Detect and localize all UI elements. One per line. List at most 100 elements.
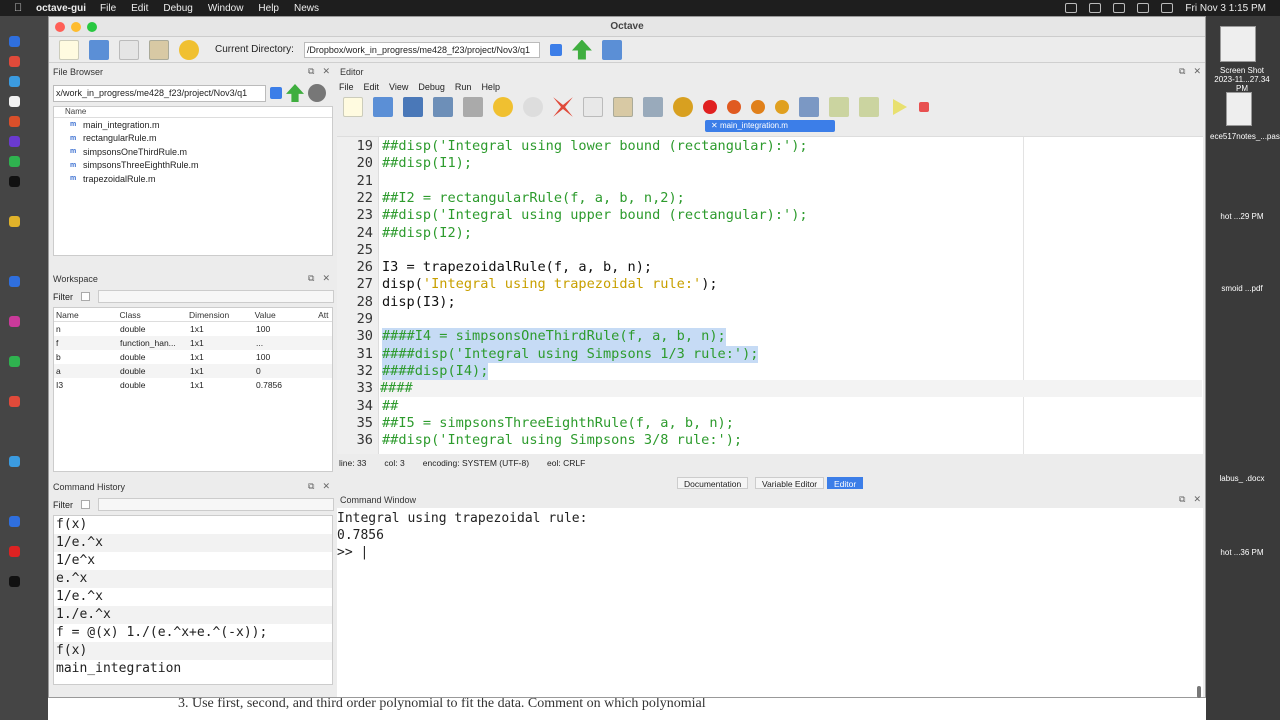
undock-icon[interactable]: ⧉ xyxy=(1179,66,1185,77)
editor-menu-run[interactable]: Run xyxy=(455,82,472,92)
apple-icon[interactable]:  xyxy=(14,2,28,14)
battery-icon[interactable] xyxy=(1137,3,1150,13)
menu-news[interactable]: News xyxy=(294,3,319,14)
undock-icon[interactable]: ⧉ xyxy=(308,481,314,492)
command-window-console[interactable]: Integral using trapezoidal rule: 0.7856 … xyxy=(337,508,1203,698)
parent-directory-icon[interactable] xyxy=(571,39,592,60)
desktop-file-label[interactable]: ece517notes_...past.pdf xyxy=(1210,132,1280,141)
step-out-icon[interactable] xyxy=(859,97,879,117)
history-entry[interactable]: f(x) xyxy=(54,516,332,534)
dock-app-icon[interactable] xyxy=(9,546,20,557)
column-header[interactable]: Att xyxy=(318,310,332,320)
chevron-down-icon[interactable] xyxy=(270,87,282,99)
table-row[interactable]: a double 1x1 0 xyxy=(54,364,332,378)
file-item[interactable]: m simpsonsThreeEighthRule.m xyxy=(54,159,332,173)
save-as-icon[interactable] xyxy=(433,97,453,117)
desktop-file-label[interactable]: smoid ...pdf xyxy=(1210,284,1274,293)
open-file-icon[interactable] xyxy=(373,97,393,117)
redo-icon[interactable] xyxy=(523,97,543,117)
desktop-file-label[interactable]: Screen Shot 2023-11...27.34 PM xyxy=(1210,66,1274,93)
history-entry[interactable]: f(x) xyxy=(54,642,332,660)
menu-debug[interactable]: Debug xyxy=(163,3,192,14)
history-filter-input[interactable] xyxy=(98,498,334,511)
close-panel-icon[interactable]: ✕ xyxy=(322,273,330,284)
menu-window[interactable]: Window xyxy=(208,3,244,14)
close-panel-icon[interactable]: ✕ xyxy=(322,481,330,492)
wifi-icon[interactable] xyxy=(1113,3,1126,13)
file-item[interactable]: m main_integration.m xyxy=(54,118,332,132)
copy-icon[interactable] xyxy=(583,97,603,117)
tab-editor[interactable]: Editor xyxy=(827,477,864,489)
step-in-icon[interactable] xyxy=(829,97,849,117)
settings-run-icon[interactable] xyxy=(673,97,693,117)
workspace-filter-input[interactable] xyxy=(98,290,334,303)
dock-app-icon[interactable] xyxy=(9,216,20,227)
file-browser-path-input[interactable]: x/work_in_progress/me428_f23/project/Nov… xyxy=(53,84,266,102)
table-row[interactable]: I3 double 1x1 0.7856 xyxy=(54,378,332,392)
menu-help[interactable]: Help xyxy=(258,3,279,14)
paste-icon[interactable] xyxy=(149,39,169,60)
undock-icon[interactable]: ⧉ xyxy=(308,66,314,77)
file-list-header[interactable]: Name xyxy=(54,107,332,118)
editor-menu-help[interactable]: Help xyxy=(481,82,500,92)
search-icon[interactable] xyxy=(1161,3,1174,13)
filter-checkbox[interactable] xyxy=(81,500,90,509)
dock-app-icon[interactable] xyxy=(9,516,20,527)
dock-app-icon[interactable] xyxy=(9,576,20,587)
close-window-icon[interactable] xyxy=(55,22,65,32)
undock-icon[interactable]: ⧉ xyxy=(1179,494,1185,505)
dock-app-icon[interactable] xyxy=(9,36,20,47)
close-panel-icon[interactable]: ✕ xyxy=(322,66,330,77)
new-file-icon[interactable] xyxy=(343,97,363,117)
zoom-window-icon[interactable] xyxy=(87,22,97,32)
new-script-icon[interactable] xyxy=(59,39,79,60)
remove-breakpoints-icon[interactable] xyxy=(775,100,789,114)
dock-app-icon[interactable] xyxy=(9,76,20,87)
clock-icon[interactable] xyxy=(1089,3,1102,13)
history-entry[interactable]: f = @(x) 1./(e.^x+e.^(-x)); xyxy=(54,624,332,642)
dock-app-icon[interactable] xyxy=(9,316,20,327)
menu-file[interactable]: File xyxy=(100,3,116,14)
code-editor[interactable]: 19 20 21 22 23 24 25 26 27 28 29 30 31 32 33 34 35 36 ##d… xyxy=(337,136,1203,454)
table-row[interactable]: b double 1x1 100 xyxy=(54,350,332,364)
browse-folder-icon[interactable] xyxy=(601,39,622,60)
parent-directory-icon[interactable] xyxy=(286,84,304,102)
menu-clock[interactable]: Fri Nov 3 1:15 PM xyxy=(1185,3,1266,14)
table-row[interactable]: f function_han... 1x1... xyxy=(54,336,332,350)
column-header[interactable]: Dimension xyxy=(187,310,253,320)
close-panel-icon[interactable]: ✕ xyxy=(1193,66,1201,77)
minimize-window-icon[interactable] xyxy=(71,22,81,32)
dock-app-icon[interactable] xyxy=(9,116,20,127)
table-row[interactable]: n double 1x1 100 xyxy=(54,322,332,336)
gear-icon[interactable] xyxy=(308,84,326,102)
undock-icon[interactable]: ⧉ xyxy=(308,273,314,284)
close-panel-icon[interactable]: ✕ xyxy=(1193,494,1201,505)
current-directory-input[interactable]: /Dropbox/work_in_progress/me428_f23/proj… xyxy=(303,41,540,58)
open-folder-icon[interactable] xyxy=(89,39,109,60)
copy-icon[interactable] xyxy=(119,39,139,60)
filter-checkbox[interactable] xyxy=(81,292,90,301)
next-breakpoint-icon[interactable] xyxy=(727,100,741,114)
dock-app-icon[interactable] xyxy=(9,396,20,407)
breakpoint-icon[interactable] xyxy=(703,100,717,114)
dock-app-icon[interactable] xyxy=(9,96,20,107)
history-entry[interactable]: 1/e^x xyxy=(54,552,332,570)
dock-app-icon[interactable] xyxy=(9,156,20,167)
desktop-file-label[interactable]: labus_ .docx xyxy=(1210,474,1274,483)
editor-menu-file[interactable]: File xyxy=(339,82,354,92)
cut-icon[interactable] xyxy=(553,97,573,117)
step-icon[interactable] xyxy=(799,97,819,117)
save-icon[interactable] xyxy=(403,97,423,117)
file-item[interactable]: m simpsonsOneThirdRule.m xyxy=(54,145,332,159)
column-header[interactable]: Value xyxy=(253,310,319,320)
history-entry[interactable]: 1/e.^x xyxy=(54,588,332,606)
menu-app-name[interactable]: octave-gui xyxy=(36,3,86,14)
tab-main-integration[interactable]: ✕ main_integration.m xyxy=(705,120,835,132)
desktop-file-label[interactable]: hot ...29 PM xyxy=(1210,212,1274,221)
editor-menu-debug[interactable]: Debug xyxy=(418,82,445,92)
editor-menu-view[interactable]: View xyxy=(389,82,408,92)
file-item[interactable]: m rectangularRule.m xyxy=(54,132,332,146)
chevron-down-icon[interactable] xyxy=(549,43,562,56)
dock-app-icon[interactable] xyxy=(9,356,20,367)
tab-variable-editor[interactable]: Variable Editor xyxy=(755,477,825,489)
